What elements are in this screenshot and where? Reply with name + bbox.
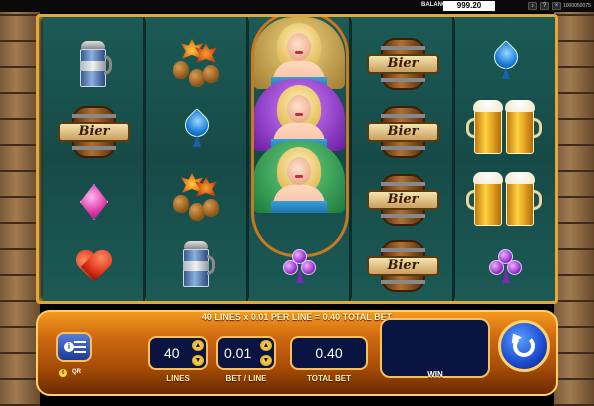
game-id: 1000050075: [563, 3, 591, 9]
girl-symbol: [253, 141, 345, 213]
help-icon[interactable]: ?: [540, 2, 549, 10]
qr-label[interactable]: QR: [72, 369, 81, 375]
leaves-acorns-symbol: [146, 29, 248, 99]
info-icon: i: [64, 342, 74, 352]
barrel-label: Bier: [367, 256, 439, 276]
top-bar: BALANCE 999.20 ♪ ? × 1000050075: [0, 0, 594, 12]
barrel-symbol: Bier: [352, 29, 454, 99]
stein-symbol: [146, 231, 248, 301]
stone-wall-left: [0, 12, 40, 406]
close-icon[interactable]: ×: [552, 2, 561, 10]
barrel-symbol: Bier: [352, 165, 454, 235]
paytable-button[interactable]: i: [56, 332, 92, 362]
control-panel: 40 LINES x 0.01 PER LINE = 0.40 TOTAL BE…: [36, 306, 558, 406]
paylines-icon: [74, 341, 86, 353]
barrel-symbol: Bier: [352, 231, 454, 301]
barrel-label: Bier: [58, 122, 130, 142]
reel-window: Bier Bier Bier Bier Bier: [36, 14, 558, 304]
barrel-label: Bier: [367, 190, 439, 210]
reel-5: [455, 17, 555, 301]
reel-4: Bier Bier Bier Bier: [352, 17, 454, 301]
total-bet-value: 0.40: [315, 345, 343, 361]
bet-up-icon[interactable]: ▲: [260, 340, 272, 351]
reel-3: [249, 17, 351, 301]
barrel-label: Bier: [367, 122, 439, 142]
bet-down-icon[interactable]: ▼: [260, 355, 272, 366]
barrel-symbol: Bier: [43, 97, 145, 167]
heart-symbol: [43, 233, 145, 301]
bet-per-line-label: BET / LINE: [225, 374, 267, 383]
lines-label: LINES: [166, 374, 190, 383]
barrel-label: Bier: [367, 54, 439, 74]
win-label: WIN: [427, 370, 443, 379]
club-symbol: [249, 231, 351, 301]
barrel-symbol: Bier: [352, 97, 454, 167]
lines-value: 40: [164, 345, 180, 361]
club-symbol: [455, 231, 555, 301]
lines-up-icon[interactable]: ▲: [192, 340, 204, 351]
spade-symbol: [146, 95, 248, 165]
total-bet-label: TOTAL BET: [307, 374, 351, 383]
sound-icon[interactable]: ♪: [528, 2, 537, 10]
leaves-acorns-symbol: [146, 163, 248, 233]
win-display: [380, 318, 490, 378]
stein-symbol: [43, 31, 145, 101]
diamond-symbol: [43, 167, 145, 237]
total-bet-field: 0.40: [290, 336, 368, 370]
beer-symbol: [455, 165, 555, 235]
reel-2: [146, 17, 248, 301]
spin-button[interactable]: [498, 320, 550, 372]
beer-symbol: [455, 93, 555, 163]
lines-field: 40 ▲ ▼: [148, 336, 208, 370]
stone-wall-right: [554, 12, 594, 406]
balance-value: 999.20: [443, 1, 495, 11]
coin-icon[interactable]: ¢: [58, 368, 68, 378]
spade-symbol: [455, 27, 555, 97]
bet-per-line-field: 0.01 ▲ ▼: [216, 336, 276, 370]
bet-per-line-value: 0.01: [224, 345, 252, 361]
reel-1: Bier: [43, 17, 145, 301]
lines-down-icon[interactable]: ▼: [192, 355, 204, 366]
